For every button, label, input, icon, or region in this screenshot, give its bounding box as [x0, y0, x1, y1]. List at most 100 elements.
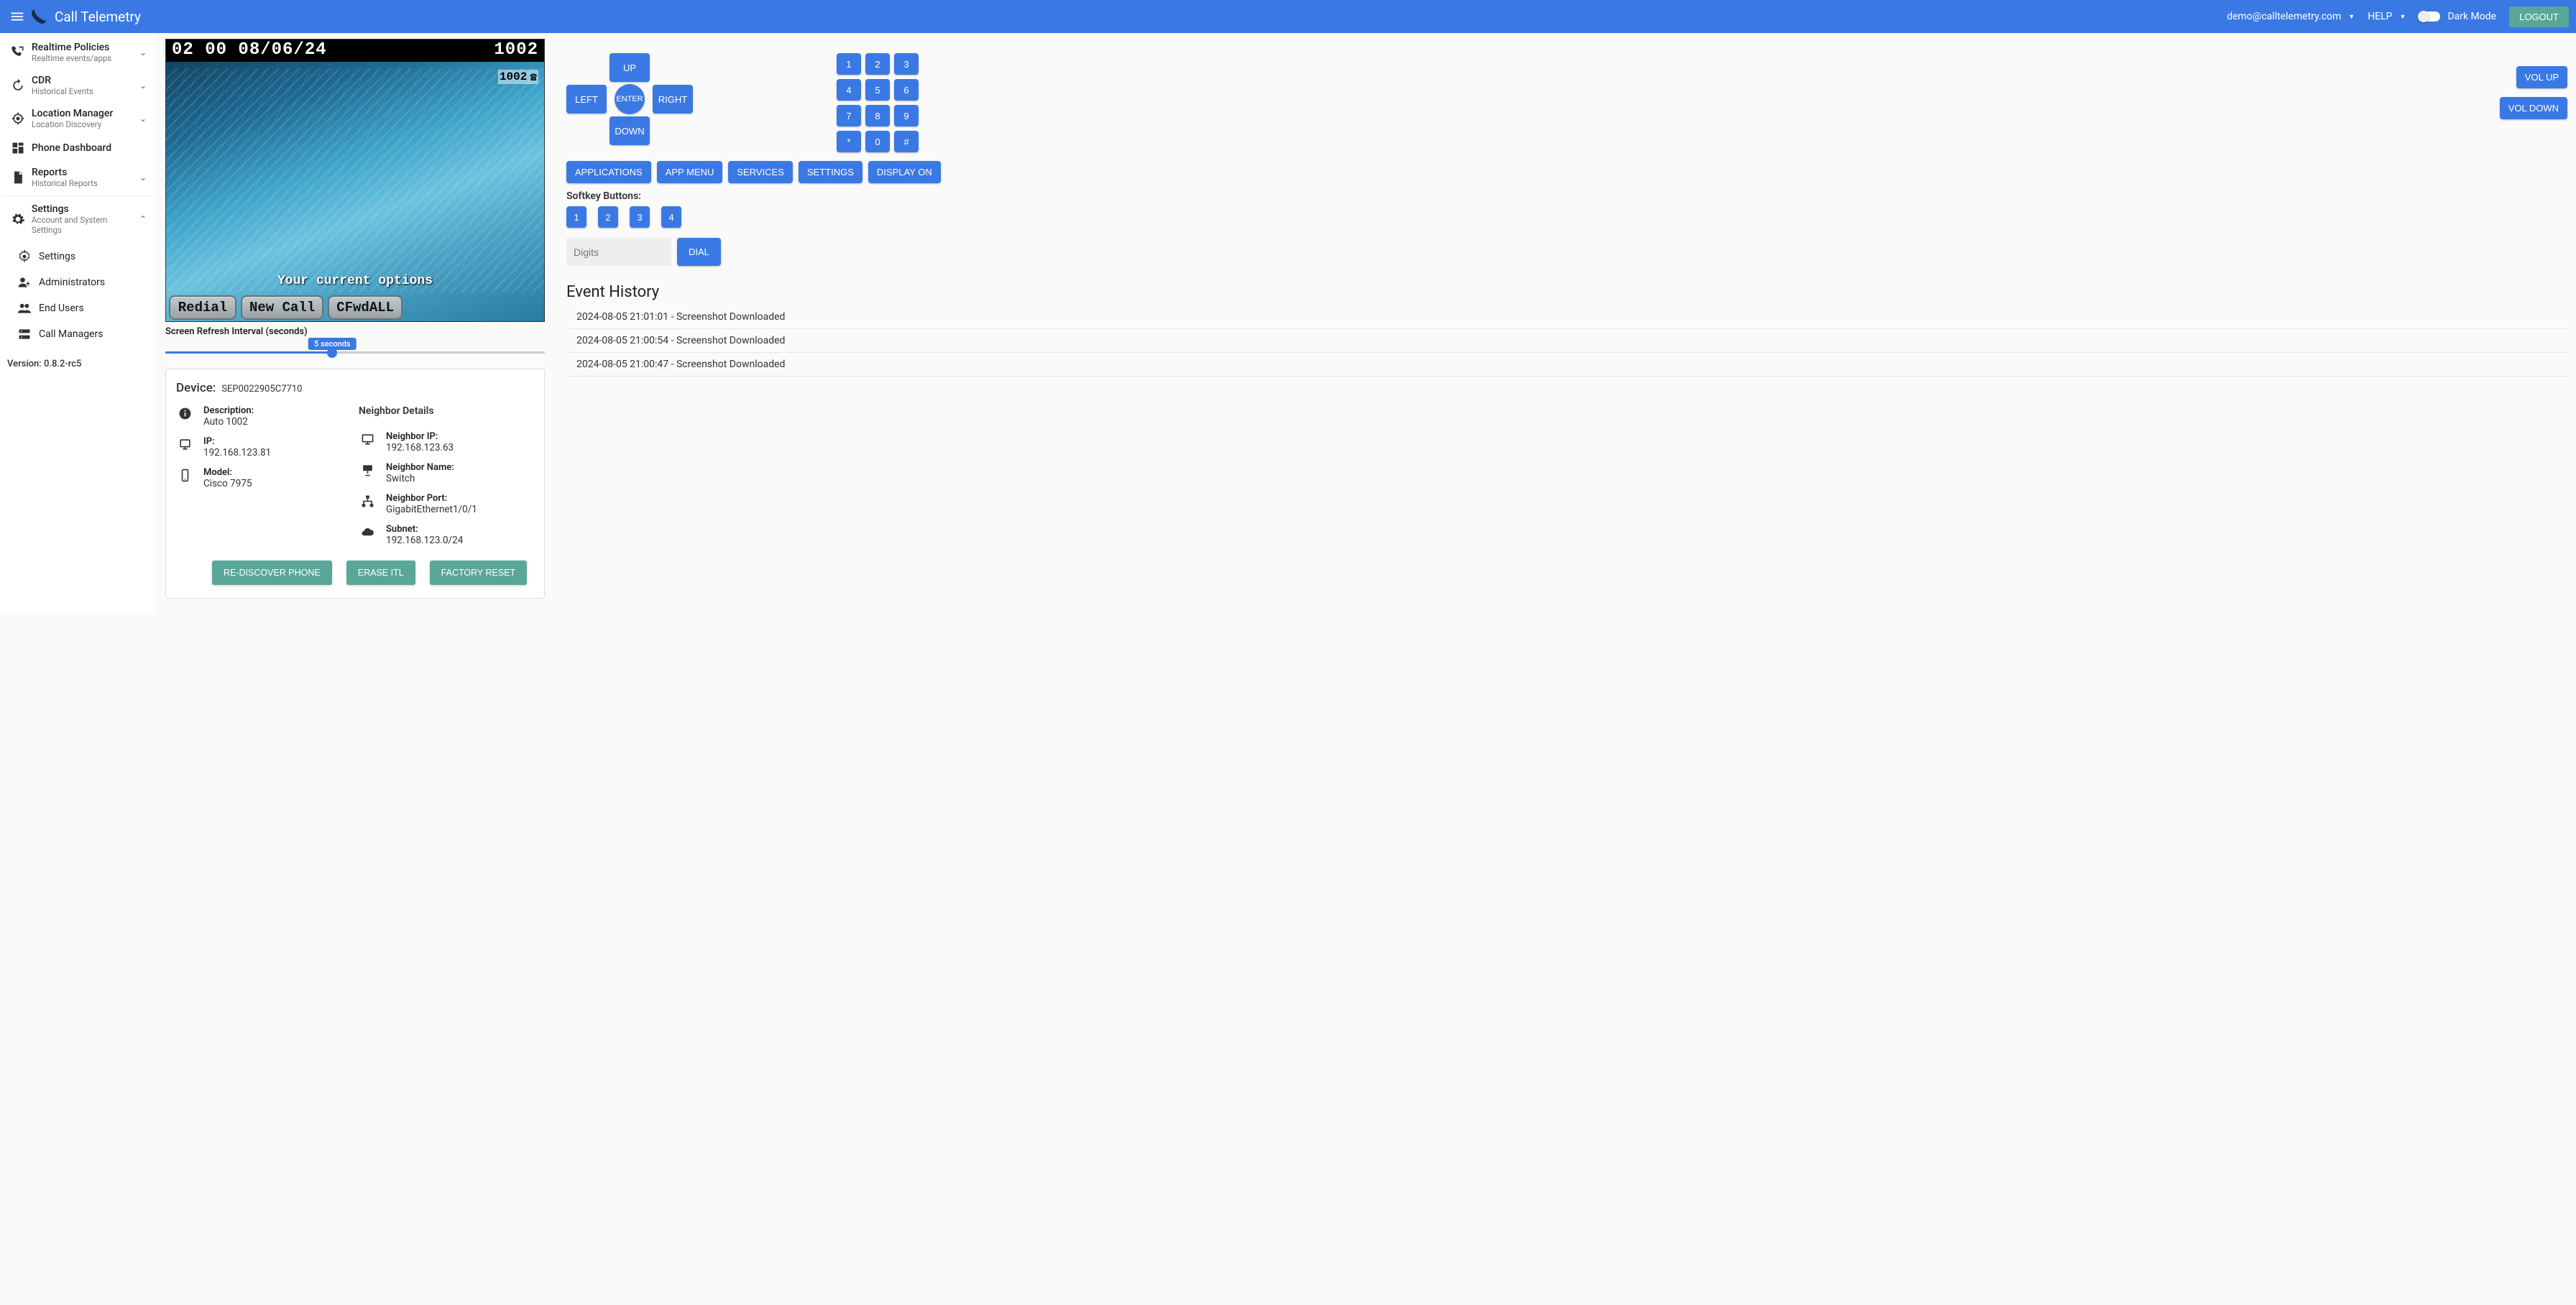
ip-label: IP:	[203, 436, 271, 447]
applications-button[interactable]: APPLICATIONS	[566, 161, 651, 183]
gear-icon	[4, 212, 32, 226]
softkey-1-button[interactable]: 1	[566, 206, 586, 228]
nav-label: Reports	[32, 167, 98, 178]
dpad-up-button[interactable]: UP	[610, 53, 650, 82]
chevron-down-icon: ▼	[2348, 13, 2355, 21]
user-email: demo@calltelemetry.com	[2227, 11, 2341, 22]
chevron-up-icon: ⌃	[139, 214, 147, 224]
display-on-button[interactable]: DISPLAY ON	[868, 161, 941, 183]
nav-label: CDR	[32, 75, 93, 86]
users-icon	[10, 301, 39, 315]
device-title: Device: SEP0022905C7710	[176, 381, 534, 395]
help-menu[interactable]: HELP ▼	[2368, 11, 2406, 22]
slider-fill	[165, 351, 332, 354]
sidebar-sub-call-managers[interactable]: Call Managers	[0, 321, 155, 347]
device-title-label: Device:	[176, 381, 216, 395]
dial-button[interactable]: DIAL	[677, 238, 721, 266]
erase-itl-button[interactable]: ERASE ITL	[346, 561, 415, 585]
settings-button[interactable]: SETTINGS	[799, 161, 862, 183]
dark-mode-toggle-group: Dark Mode	[2419, 11, 2496, 22]
phone-softkey-bar: Redial New Call CFwdALL	[169, 295, 402, 320]
description-label: Description:	[203, 405, 254, 416]
keypad-5[interactable]: 5	[865, 79, 890, 101]
keypad: 1 2 3 4 5 6 7 8 9 * 0 #	[837, 53, 919, 152]
keypad-6[interactable]: 6	[894, 79, 919, 101]
neighbor-port-label: Neighbor Port:	[386, 493, 477, 504]
nav-label: Call Managers	[39, 328, 103, 340]
vol-down-button[interactable]: VOL DOWN	[2500, 97, 2567, 119]
rediscover-phone-button[interactable]: RE-DISCOVER PHONE	[212, 561, 332, 585]
sidebar-sub-end-users[interactable]: End Users	[0, 295, 155, 321]
nav-label: Administrators	[39, 277, 105, 288]
softkey-buttons-label: Softkey Buttons:	[566, 190, 2567, 202]
ip-icon	[176, 436, 193, 451]
app-menu-button[interactable]: APP MENU	[657, 161, 723, 183]
monitor-icon	[359, 431, 376, 446]
keypad-3[interactable]: 3	[894, 53, 919, 75]
hamburger-menu-icon[interactable]	[7, 6, 27, 27]
neighbor-port-row: Neighbor Port:GigabitEthernet1/0/1	[359, 493, 534, 515]
device-card: Device: SEP0022905C7710 Description:Auto…	[165, 369, 545, 599]
sidebar-item-settings[interactable]: SettingsAccount and System Settings ⌃	[0, 198, 155, 241]
nav-label: Location Manager	[32, 108, 113, 119]
services-button[interactable]: SERVICES	[728, 161, 793, 183]
keypad-9[interactable]: 9	[894, 105, 919, 126]
user-menu[interactable]: demo@calltelemetry.com ▼	[2227, 11, 2355, 22]
keypad-8[interactable]: 8	[865, 105, 890, 126]
history-item: 2024-08-05 21:00:47 - Screenshot Downloa…	[566, 353, 2567, 377]
keypad-hash[interactable]: #	[894, 131, 919, 152]
keypad-0[interactable]: 0	[865, 131, 890, 152]
digits-input[interactable]	[566, 238, 671, 266]
chevron-down-icon: ▼	[2400, 13, 2406, 21]
sidebar-item-cdr[interactable]: CDRHistorical Events ⌄	[0, 69, 155, 102]
keypad-2[interactable]: 2	[865, 53, 890, 75]
phone-screen-preview: 02 00 08/06/24 1002 1002 ☎ Your current …	[165, 39, 545, 322]
dpad-down-button[interactable]: DOWN	[610, 116, 650, 145]
dpad-enter-button[interactable]: ENTER	[615, 84, 645, 114]
nav-sublabel: Realtime events/apps	[32, 53, 111, 63]
softkey-buttons-row: 1 2 3 4	[566, 206, 2567, 228]
keypad-1[interactable]: 1	[837, 53, 861, 75]
sidebar-sub-settings[interactable]: Settings	[0, 244, 155, 269]
device-id: SEP0022905C7710	[221, 384, 302, 395]
factory-reset-button[interactable]: FACTORY RESET	[430, 561, 528, 585]
phone-call-icon	[4, 45, 32, 60]
chevron-down-icon: ⌄	[139, 47, 147, 57]
softkey-4-button[interactable]: 4	[661, 206, 681, 228]
dashboard-icon	[4, 141, 32, 155]
neighbor-details-title: Neighbor Details	[359, 405, 534, 417]
sidebar-item-realtime-policies[interactable]: Realtime PoliciesRealtime events/apps ⌄	[0, 36, 155, 69]
sidebar-item-location-manager[interactable]: Location ManagerLocation Discovery ⌄	[0, 102, 155, 135]
nav-sublabel: Historical Reports	[32, 178, 98, 188]
sidebar-item-phone-dashboard[interactable]: Phone Dashboard	[0, 135, 155, 161]
history-item: 2024-08-05 21:00:54 - Screenshot Downloa…	[566, 329, 2567, 353]
dark-mode-switch[interactable]	[2419, 11, 2440, 22]
nav-sublabel: Account and System Settings	[32, 215, 139, 235]
slider-thumb[interactable]	[327, 348, 337, 358]
refresh-interval-slider[interactable]: 5 seconds	[165, 338, 545, 360]
softkey-3-button[interactable]: 3	[630, 206, 650, 228]
cloud-icon	[359, 524, 376, 539]
phone-softkey-redial: Redial	[169, 295, 236, 320]
neighbor-name-label: Neighbor Name:	[386, 462, 454, 473]
sidebar-item-reports[interactable]: ReportsHistorical Reports ⌄	[0, 161, 155, 194]
phone-wallpaper	[166, 68, 544, 292]
softkey-2-button[interactable]: 2	[598, 206, 618, 228]
device-description-row: Description:Auto 1002	[176, 405, 351, 428]
neighbor-ip-label: Neighbor IP:	[386, 431, 454, 442]
dpad-right-button[interactable]: RIGHT	[653, 85, 693, 114]
nav-sublabel: Location Discovery	[32, 119, 113, 129]
nav-label: Phone Dashboard	[32, 142, 111, 154]
phone-softkey-cfwdall: CFwdALL	[328, 295, 402, 320]
keypad-4[interactable]: 4	[837, 79, 861, 101]
line-number: 1002	[500, 70, 527, 83]
keypad-7[interactable]: 7	[837, 105, 861, 126]
chevron-down-icon: ⌄	[139, 114, 147, 124]
dpad: UP LEFT ENTER RIGHT DOWN	[566, 53, 693, 145]
sidebar-sub-administrators[interactable]: Administrators	[0, 269, 155, 295]
logout-button[interactable]: LOGOUT	[2509, 6, 2569, 27]
menu-buttons-row: APPLICATIONS APP MENU SERVICES SETTINGS …	[566, 161, 2567, 183]
vol-up-button[interactable]: VOL UP	[2516, 66, 2567, 88]
dpad-left-button[interactable]: LEFT	[566, 85, 607, 114]
keypad-star[interactable]: *	[837, 131, 861, 152]
